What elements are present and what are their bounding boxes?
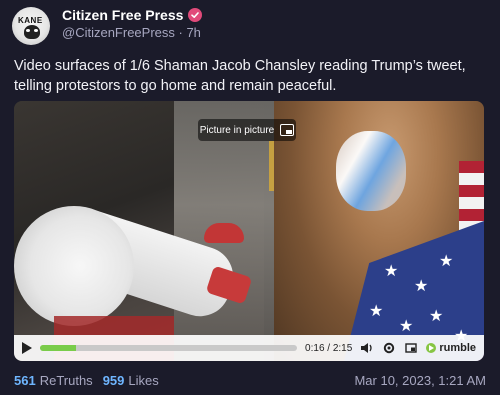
picture-in-picture-button[interactable]: Picture in picture: [198, 119, 296, 141]
post-header: KANE Citizen Free Press @CitizenFreePres…: [12, 6, 488, 46]
megaphone-bell: [14, 206, 134, 326]
progress-bar[interactable]: [40, 345, 298, 351]
picture-in-picture-label: Picture in picture: [199, 124, 275, 136]
handle-and-time[interactable]: @CitizenFreePress · 7h: [62, 25, 201, 43]
post-text: Video surfaces of 1/6 Shaman Jacob Chans…: [14, 58, 466, 94]
fullscreen-svg: [405, 343, 418, 353]
avatar-face: [24, 25, 40, 39]
retruths-label: ReTruths: [39, 372, 93, 388]
video-controls: 0:16 / 2:15 rumble: [14, 335, 484, 361]
fullscreen-icon[interactable]: [404, 341, 418, 355]
retruths-stat[interactable]: 561 ReTruths: [14, 373, 93, 388]
rumble-brand[interactable]: rumble: [426, 342, 476, 354]
flag-star: ★: [429, 308, 444, 325]
likes-count: 959: [102, 372, 125, 388]
picture-in-picture-icon: [280, 124, 295, 136]
flag-star: ★: [399, 318, 414, 335]
red-cap: [204, 223, 244, 243]
verified-badge-icon: [188, 8, 203, 22]
settings-icon[interactable]: [382, 341, 396, 355]
avatar-eye-left: [26, 29, 30, 32]
post-footer: 561 ReTruths 959 Likes Mar 10, 2023, 1:2…: [14, 372, 486, 388]
avatar[interactable]: KANE: [12, 7, 50, 45]
flag-star: ★: [384, 263, 399, 280]
volume-icon[interactable]: [360, 341, 374, 355]
rumble-logo-icon: [426, 343, 437, 353]
avatar-eye-right: [34, 29, 38, 32]
volume-svg: [361, 343, 372, 353]
retruths-count: 561: [14, 372, 36, 388]
play-icon[interactable]: [22, 342, 32, 354]
post-date[interactable]: Mar 10, 2023, 1:21 AM: [354, 373, 486, 388]
gear-svg: [384, 342, 395, 354]
avatar-text: KANE: [18, 16, 43, 25]
flag-star: ★: [414, 278, 429, 295]
flag-star: ★: [369, 303, 384, 320]
video-player[interactable]: ★ ★ ★ ★ ★ ★ ★ Picture in picture 0:16 / …: [14, 101, 484, 361]
author-name-line: Citizen Free Press: [62, 6, 203, 24]
painted-face: [336, 131, 406, 211]
flag-star: ★: [439, 253, 454, 270]
progress-fill: [40, 345, 76, 351]
rumble-label: rumble: [439, 342, 476, 354]
video-time: 0:16 / 2:15: [305, 342, 353, 354]
author-name[interactable]: Citizen Free Press: [62, 7, 183, 23]
likes-stat[interactable]: 959 Likes: [103, 373, 159, 388]
likes-label: Likes: [128, 372, 159, 388]
checkmark-icon: [191, 12, 200, 18]
